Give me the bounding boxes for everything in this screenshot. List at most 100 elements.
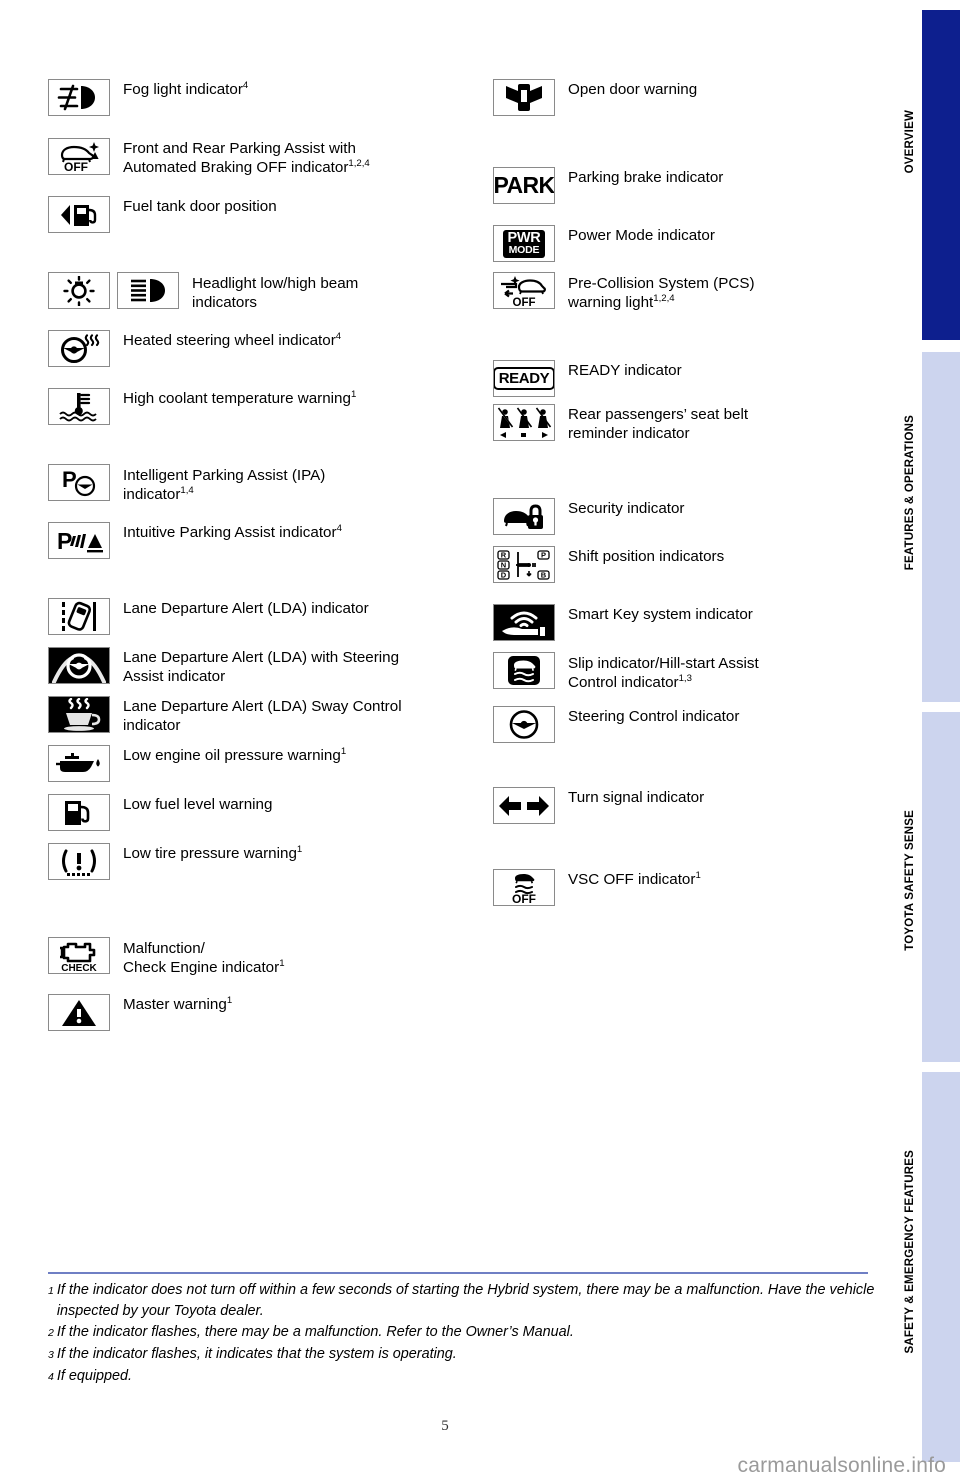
footnote-mark: 1	[48, 1285, 54, 1297]
svg-text:CHECK: CHECK	[61, 963, 97, 973]
svg-text:OFF: OFF	[512, 892, 536, 904]
list-item-label: Lane Departure Alert (LDA) Sway Control …	[123, 698, 402, 734]
list-item-label: Turn signal indicator	[568, 789, 705, 806]
tab-toyota-safety-sense[interactable]	[922, 712, 960, 1062]
list-item: Slip indicator/Hill-start Assist Control…	[493, 652, 759, 692]
high-coolant-temperature-icon	[48, 388, 110, 425]
list-item: OFF Pre-Collision System (PCS) warning l…	[493, 272, 755, 312]
list-item-label: Fog light indicator4	[123, 79, 249, 98]
turn-signal-icon	[493, 787, 555, 824]
list-item-label: Pre-Collision System (PCS) warning light…	[568, 275, 755, 311]
list-item-label: Security indicator	[568, 500, 685, 517]
list-item: Steering Control indicator	[493, 706, 739, 743]
footnote-text: If the indicator flashes, it indicates t…	[56, 1346, 457, 1362]
malfunction-check-engine-icon: CHECK	[48, 937, 110, 974]
tab-label-toyota-safety-sense: TOYOTA SAFETY SENSE	[904, 810, 916, 951]
list-item: Rear passengers’ seat belt reminder indi…	[493, 404, 748, 443]
vsc-off-icon: OFF	[493, 869, 555, 906]
headlight-low-beam-icon	[48, 272, 110, 309]
list-item: P Intelligent Parking Assist (IPA) indic…	[48, 464, 325, 504]
master-warning-icon	[48, 994, 110, 1031]
front-rear-parking-assist-off-icon: OFF	[48, 138, 110, 175]
list-item: Headlight low/high beam indicators	[48, 272, 358, 312]
footnote-1: 1 If the indicator does not turn off wit…	[48, 1280, 878, 1322]
list-item-label: Headlight low/high beam indicators	[192, 275, 359, 311]
tab-safety-emergency-features[interactable]	[922, 1072, 960, 1462]
low-tire-pressure-icon	[48, 843, 110, 880]
list-item-label: READY indicator	[568, 362, 682, 379]
list-item-label: Low engine oil pressure warning1	[123, 745, 347, 764]
svg-text:B: B	[541, 570, 547, 579]
watermark: carmanualsonline.info	[737, 1454, 946, 1477]
tab-label-safety-emergency-features: SAFETY & EMERGENCY FEATURES	[904, 1150, 916, 1354]
intuitive-parking-assist-icon: P	[48, 522, 110, 559]
list-item: OFF VSC OFF indicator1	[493, 869, 701, 906]
list-item-label: Fuel tank door position	[123, 198, 277, 215]
list-item: Open door warning	[493, 79, 697, 116]
list-item-label: Lane Departure Alert (LDA) indicator	[123, 600, 369, 617]
list-item-label: Shift position indicators	[568, 548, 725, 565]
footnote-4: 4 If equipped.	[48, 1366, 878, 1388]
list-item: P Intuitive Parking Assist indicator4	[48, 522, 342, 559]
headlight-high-beam-icon	[117, 272, 179, 309]
list-item-label: Heated steering wheel indicator4	[123, 330, 342, 349]
list-item-label: Intuitive Parking Assist indicator4	[123, 522, 342, 541]
list-item: Low engine oil pressure warning1	[48, 745, 346, 782]
list-item: Low tire pressure warning1	[48, 843, 302, 880]
open-door-warning-icon	[493, 79, 555, 116]
footnote-3: 3 If the indicator flashes, it indicates…	[48, 1344, 878, 1366]
lane-departure-steering-assist-icon	[48, 647, 110, 684]
security-indicator-icon	[493, 498, 555, 535]
footnote-text: If equipped.	[56, 1368, 133, 1384]
list-item-label: Low tire pressure warning1	[123, 843, 303, 862]
section-tab-rail: OVERVIEW FEATURES & OPERATIONS TOYOTA SA…	[880, 0, 960, 1484]
tab-label-overview: OVERVIEW	[904, 110, 916, 174]
slip-hill-start-assist-icon	[493, 652, 555, 689]
svg-text:R: R	[501, 550, 507, 559]
list-item-label: Low fuel level warning	[123, 796, 273, 813]
list-item-label: Open door warning	[568, 81, 698, 98]
list-item: Fuel tank door position	[48, 196, 277, 233]
list-item-label: Lane Departure Alert (LDA) with Steering…	[123, 649, 400, 685]
page-number: 5	[441, 1418, 449, 1434]
svg-text:OFF: OFF	[513, 297, 536, 307]
lane-departure-alert-icon	[48, 598, 110, 635]
svg-text:D: D	[501, 570, 507, 579]
svg-text:P: P	[62, 467, 77, 492]
list-item: Smart Key system indicator	[493, 604, 753, 641]
footnote-2: 2 If the indicator flashes, there may be…	[48, 1322, 878, 1344]
pwr-text: PWR	[507, 229, 541, 246]
footnote-mark: 4	[48, 1371, 54, 1383]
footnote-divider	[48, 1272, 868, 1274]
list-item: Lane Departure Alert (LDA) indicator	[48, 598, 369, 635]
ready-indicator-icon: READY	[493, 360, 555, 397]
list-item-label: Master warning1	[123, 994, 233, 1013]
list-item-label: Parking brake indicator	[568, 169, 724, 186]
shift-position-icon: RND P B	[493, 546, 555, 583]
list-item: PWR MODE Power Mode indicator	[493, 225, 715, 262]
list-item-label: Steering Control indicator	[568, 708, 740, 725]
list-item: READY READY indicator	[493, 360, 682, 397]
list-item: PARK Parking brake indicator	[493, 167, 723, 204]
list-item: RND P B Shift position indicators	[493, 546, 724, 583]
list-item: CHECK Malfunction/ Check Engine indicato…	[48, 937, 285, 977]
ready-text: READY	[494, 367, 554, 390]
rear-seat-belt-reminder-icon	[493, 404, 555, 441]
fog-light-icon	[48, 79, 110, 116]
tab-features-operations[interactable]	[922, 352, 960, 702]
list-item-label: Malfunction/ Check Engine indicator1	[123, 940, 285, 976]
low-fuel-level-icon	[48, 794, 110, 831]
heated-steering-wheel-icon	[48, 330, 110, 367]
pre-collision-system-off-icon: OFF	[493, 272, 555, 309]
list-item-label: Slip indicator/Hill-start Assist Control…	[568, 655, 759, 691]
park-text: PARK	[493, 172, 555, 198]
parking-brake-icon: PARK	[493, 167, 555, 204]
steering-control-icon	[493, 706, 555, 743]
list-item-label: Intelligent Parking Assist (IPA) indicat…	[123, 467, 326, 503]
list-item: Heated steering wheel indicator4	[48, 330, 341, 367]
list-item-label: High coolant temperature warning1	[123, 388, 357, 407]
svg-text:OFF: OFF	[64, 160, 88, 173]
svg-text:P: P	[57, 528, 72, 554]
tab-overview[interactable]	[922, 10, 960, 340]
list-item: Turn signal indicator	[493, 787, 704, 824]
